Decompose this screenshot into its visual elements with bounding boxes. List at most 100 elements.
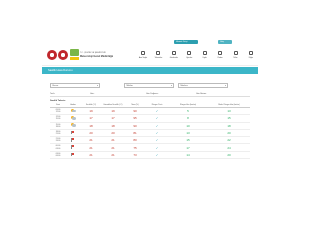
nav-item-radar[interactable]: Radar xyxy=(213,51,227,63)
wind-direction-icon: ✓ xyxy=(155,131,159,136)
info-sunset: Gün Batımı: xyxy=(196,93,207,95)
header-wind-dir: Rüzgar Yönü xyxy=(151,104,163,106)
feels-cell: 18 xyxy=(111,123,115,128)
nav-item-satellite[interactable]: Uydu xyxy=(198,51,212,63)
wind-direction-icon: ✓ xyxy=(155,138,159,143)
time-end: 18:00 xyxy=(55,125,61,128)
time-end: 06:00 xyxy=(55,154,61,157)
info-day: Gün: xyxy=(90,93,94,95)
nav-item-observation[interactable]: Gözlemler xyxy=(167,51,181,63)
center-value: Merkez xyxy=(180,85,188,87)
time-cell: 12:00 15:00 xyxy=(50,116,66,120)
time-end: 24:00 xyxy=(55,140,61,143)
page-title: Saatlik Hava Durumu xyxy=(48,68,73,72)
time-cell: 00:00 03:00 xyxy=(50,145,66,149)
header-wind-speed: Rüzgar Hızı (km/sa) xyxy=(180,104,196,106)
wind-speed-cell: 13 xyxy=(186,131,190,136)
windy-flag-icon xyxy=(71,152,76,157)
wind-speed-cell: 5 xyxy=(187,109,189,114)
wind-direction-icon: ✓ xyxy=(155,116,159,121)
nav-item-home[interactable]: Ana Sayfa xyxy=(136,51,150,63)
chevron-down-icon: ▾ xyxy=(96,85,98,87)
nav-label: Gözlemler xyxy=(169,56,178,59)
wind-direction-icon: ✓ xyxy=(155,152,159,157)
nav-label: İklim xyxy=(233,56,238,59)
time-cell: 21:00 24:00 xyxy=(50,138,66,142)
time-end: 21:00 xyxy=(55,133,61,136)
temp-cell: 18 xyxy=(89,123,93,128)
feels-cell: 21 xyxy=(111,138,115,143)
nav-item-climate[interactable]: İklim xyxy=(229,51,243,63)
partly-cloudy-icon xyxy=(70,108,76,113)
org-name: T.C. ÇEVRE VE ŞEHİRCİLİK Meteoroloji Gen… xyxy=(80,52,140,58)
temp-cell: 20 xyxy=(89,131,93,136)
mgm-logo[interactable] xyxy=(58,50,68,60)
nav-item-warning[interactable]: Uyarılar xyxy=(182,51,196,63)
header: T.C. ÇEVRE VE ŞEHİRCİLİK Meteoroloji Gen… xyxy=(42,46,258,66)
wind-speed-cell: 17 xyxy=(186,145,190,150)
nav-label: Uyarılar xyxy=(186,56,193,59)
center-select[interactable]: Merkez ▾ xyxy=(178,83,228,88)
info-label: Tarih: xyxy=(50,93,55,95)
windy-flag-icon xyxy=(71,130,76,135)
info-label: Gün Batımı: xyxy=(196,93,207,95)
event-cell xyxy=(66,145,80,150)
nav-label: Diğer xyxy=(248,56,254,59)
location-filters: Bursa ▾ Nilüfer ▾ Merkez ▾ xyxy=(50,83,250,89)
partly-cloudy-icon xyxy=(70,116,76,120)
time-end: 15:00 xyxy=(55,118,61,121)
table-row: 12:00 15:00 17 17 95 ✓ 8 15 xyxy=(50,115,250,123)
district-select[interactable]: Nilüfer ▾ xyxy=(124,83,174,88)
event-cell xyxy=(66,130,80,136)
home-icon xyxy=(141,51,145,55)
max-wind-cell: 20 xyxy=(227,152,231,157)
wind-speed-cell: 15 xyxy=(186,138,190,143)
chevron-down-icon: ▾ xyxy=(170,85,172,87)
top-bar: Hizmet Girişi Giriş xyxy=(42,37,258,45)
province-select[interactable]: Bursa ▾ xyxy=(50,83,100,88)
humidity-cell: 80 xyxy=(133,138,137,143)
time-cell: 15:00 18:00 xyxy=(50,124,66,128)
event-cell xyxy=(66,138,80,143)
service-login-button[interactable]: Hizmet Girişi xyxy=(174,40,198,44)
warning-icon xyxy=(187,51,192,55)
humidity-cell: 90 xyxy=(133,123,137,128)
wind-direction-icon: ✓ xyxy=(155,123,159,128)
table-row: 00:00 03:00 21 21 75 ✓ 17 24 xyxy=(50,144,250,152)
info-label: Gün: xyxy=(90,93,95,95)
temp-cell: 21 xyxy=(89,152,93,157)
nav-label: Ana Sayfa xyxy=(138,56,148,59)
partner-logo-band xyxy=(70,57,79,60)
login-button[interactable]: Giriş xyxy=(218,40,232,44)
nav-item-other[interactable]: Diğer xyxy=(244,51,258,63)
table-row: 15:00 18:00 18 18 90 ✓ 10 18 xyxy=(50,123,250,130)
temp-cell: 17 xyxy=(89,116,93,121)
radar-icon xyxy=(218,51,223,55)
time-end: 12:00 xyxy=(55,111,61,114)
max-wind-cell: 22 xyxy=(227,138,231,143)
observation-icon xyxy=(171,51,176,55)
chevron-down-icon: ▾ xyxy=(224,85,226,87)
wind-direction-icon: ✓ xyxy=(155,109,159,114)
feels-cell: 21 xyxy=(111,152,115,157)
time-cell: 03:00 06:00 xyxy=(50,153,66,157)
humidity-cell: 90 xyxy=(133,109,137,114)
max-wind-cell: 13 xyxy=(227,109,231,114)
satellite-icon xyxy=(202,51,207,55)
time-cell: 09:00 12:00 xyxy=(50,109,66,113)
nav-item-forecast[interactable]: Tahminler xyxy=(151,51,165,63)
header-temp: Sıcaklık (°C) xyxy=(85,104,96,106)
partly-cloudy-icon xyxy=(70,123,76,127)
max-wind-cell: 20 xyxy=(227,131,231,136)
header-feels: Hissedilen Sıcaklık (°C) xyxy=(103,104,123,106)
wind-direction-icon: ✓ xyxy=(155,145,159,150)
humidity-cell: 95 xyxy=(133,116,137,121)
event-cell xyxy=(66,116,80,121)
wind-speed-cell: 10 xyxy=(186,123,190,128)
table-row: 03:00 06:00 21 21 73 ✓ 14 20 xyxy=(50,152,250,160)
header-time: Saat xyxy=(56,104,60,106)
event-cell xyxy=(66,123,80,128)
ministry-logo[interactable] xyxy=(47,50,57,60)
temp-cell: 21 xyxy=(89,138,93,143)
table-row: 18:00 21:00 20 20 81 ✓ 13 20 xyxy=(50,130,250,138)
